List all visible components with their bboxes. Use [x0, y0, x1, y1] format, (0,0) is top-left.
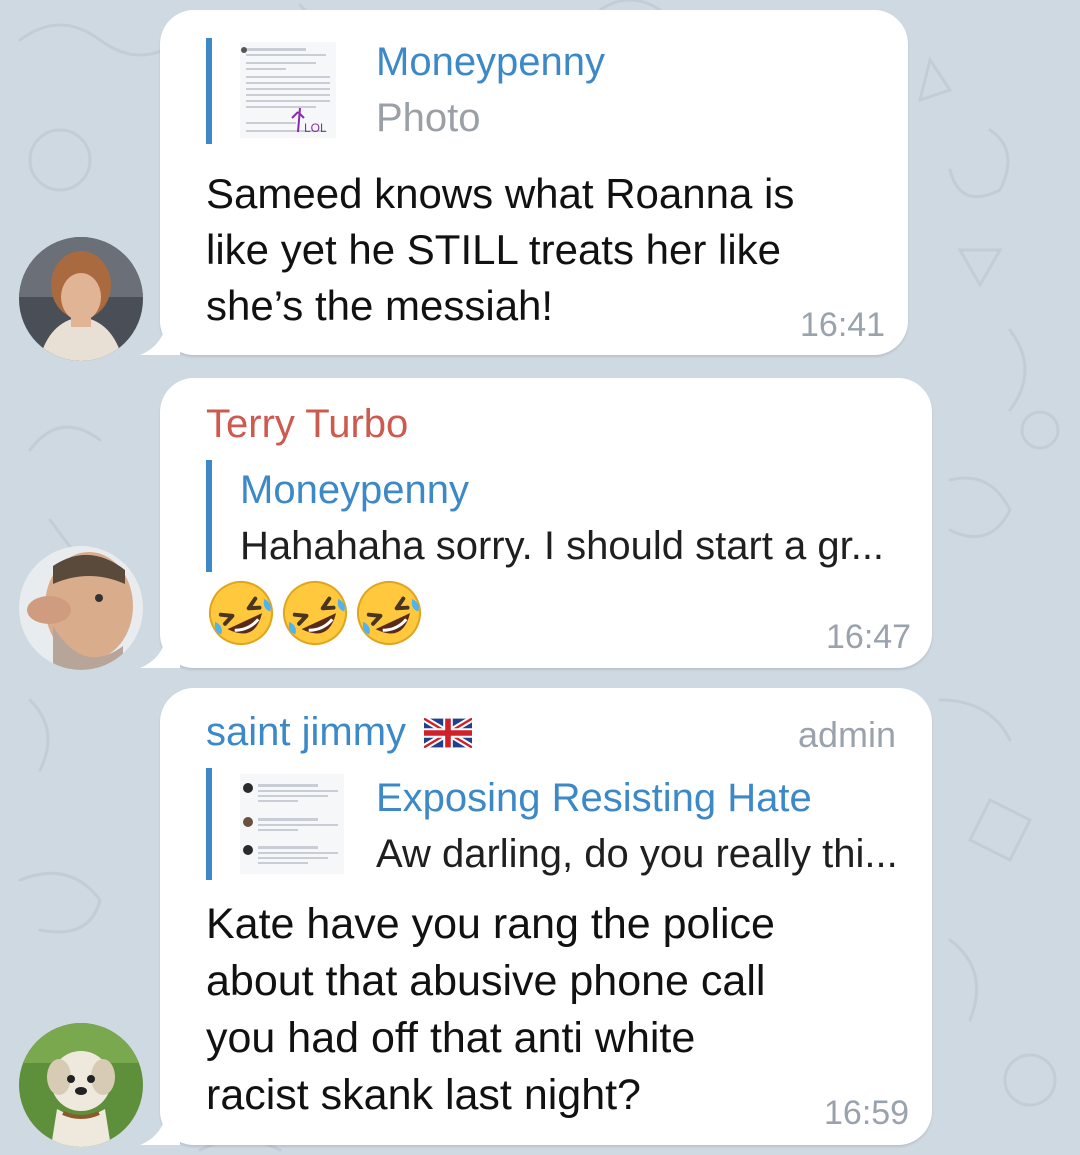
reply-preview[interactable]: Moneypenny Hahahaha sorry. I should star…	[206, 460, 884, 572]
reply-snippet: Hahahaha sorry. I should start a gr...	[240, 524, 885, 568]
thumbnail-annotation: LOL	[304, 121, 327, 135]
sender-header: saint jimmy admin	[206, 710, 906, 760]
sender-name[interactable]: saint jimmy	[206, 710, 406, 755]
bubble-tail	[140, 1105, 180, 1145]
message-line: racist skank last night?	[206, 1071, 641, 1119]
reply-snippet: Aw darling, do you really thi...	[376, 832, 898, 876]
uk-flag-icon	[424, 718, 472, 748]
message-line: Sameed knows what Roanna is	[206, 170, 795, 217]
message-line: like yet he STILL treats her like	[206, 226, 782, 273]
sender-name[interactable]: Terry Turbo	[206, 402, 408, 447]
rolling-on-floor-laughing-icon	[283, 581, 347, 645]
reply-author: Exposing Resisting Hate	[376, 776, 812, 820]
bubble-tail	[140, 628, 180, 668]
message-bubble-2[interactable]: Terry Turbo Moneypenny Hahahaha sorry. I…	[140, 378, 932, 668]
avatar-terry-turbo[interactable]	[19, 546, 143, 670]
message-text: Kate have you rang the police about that…	[206, 896, 775, 1124]
reply-photo-thumbnail: LOL	[240, 42, 336, 138]
message-time: 16:41	[800, 306, 886, 344]
avatar-saint-jimmy[interactable]	[19, 1023, 143, 1147]
reply-preview[interactable]: LOL Moneypenny Photo	[206, 38, 605, 144]
reply-author: Moneypenny	[240, 468, 470, 512]
message-line: about that abusive phone call	[206, 957, 766, 1005]
message-text: Sameed knows what Roanna is like yet he …	[206, 166, 794, 334]
bubble-tail	[140, 315, 180, 355]
rolling-on-floor-laughing-icon	[357, 581, 421, 645]
avatar-moneypenny[interactable]	[19, 237, 143, 361]
message-bubble-1[interactable]: LOL Moneypenny Photo Sameed knows what R…	[140, 10, 908, 355]
reply-snippet: Photo	[376, 96, 481, 140]
rolling-on-floor-laughing-icon	[209, 581, 273, 645]
message-line: Kate have you rang the police	[206, 900, 775, 948]
message-line: you had off that anti white	[206, 1014, 696, 1062]
emoji-row	[206, 578, 426, 650]
reply-preview[interactable]: Exposing Resisting Hate Aw darling, do y…	[206, 768, 898, 880]
admin-badge: admin	[798, 714, 897, 755]
reply-photo-thumbnail	[240, 774, 344, 874]
message-time: 16:47	[826, 618, 912, 656]
message-time: 16:59	[824, 1094, 910, 1132]
message-line: she’s the messiah!	[206, 282, 554, 329]
message-bubble-3[interactable]: saint jimmy admin Exposing Resisting Hat…	[140, 688, 932, 1145]
reply-author: Moneypenny	[376, 40, 606, 84]
